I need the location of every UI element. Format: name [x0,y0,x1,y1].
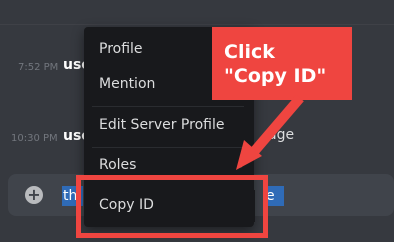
arrow-icon [236,94,304,170]
